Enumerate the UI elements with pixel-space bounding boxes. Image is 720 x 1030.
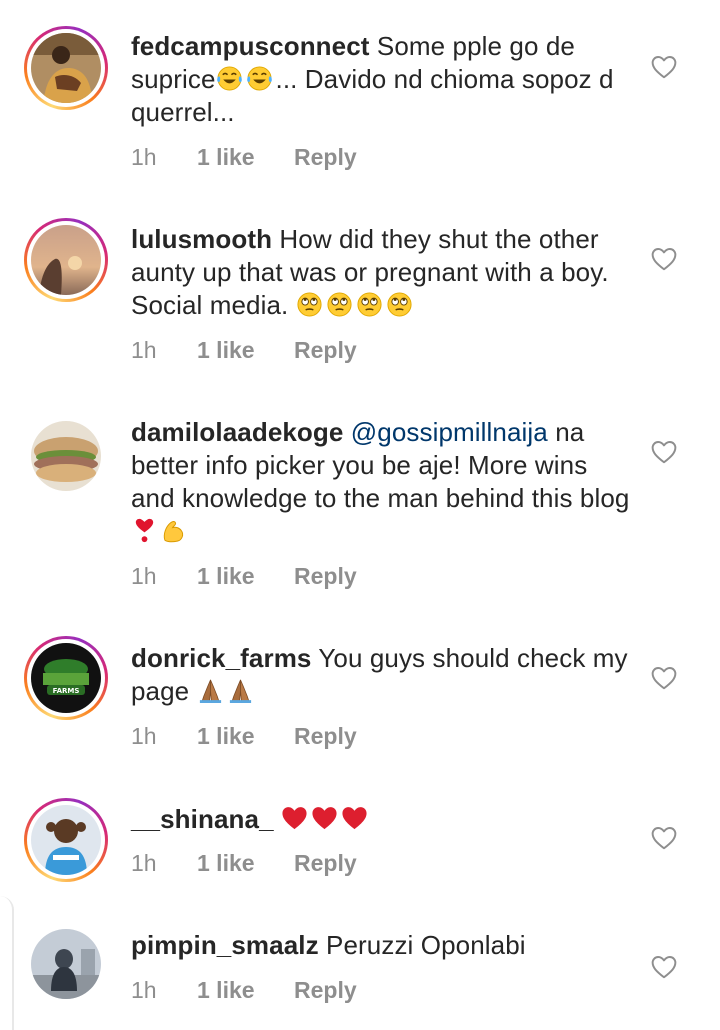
comment-username[interactable]: pimpin_smaalz [131,930,319,960]
panel-edge [0,896,14,1030]
comment-likes[interactable]: 1 like [197,144,294,171]
avatar-wrapper[interactable] [24,414,108,498]
reply-button[interactable]: Reply [294,563,357,590]
avatar [31,33,101,103]
avatar-wrapper[interactable] [24,922,108,1006]
heart-outline-icon[interactable] [651,666,677,690]
comment-username[interactable]: donrick_farms [131,643,311,673]
reply-button[interactable]: Reply [294,723,357,750]
comment-username[interactable]: damilolaadekoge [131,417,343,447]
avatar: FARMS [31,643,101,713]
face-with-rolling-eyes-icon [356,291,383,318]
comment-likes[interactable]: 1 like [197,977,294,1004]
face-with-rolling-eyes-icon [386,291,413,318]
avatar-story-ring[interactable] [24,798,108,882]
face-with-tears-of-joy-icon [246,65,273,92]
avatar [31,421,101,491]
face-with-tears-of-joy-icon [216,65,243,92]
reply-button[interactable]: Reply [294,977,357,1004]
folded-hands-icon [227,677,254,704]
comment-likes[interactable]: 1 like [197,563,294,590]
reply-button[interactable]: Reply [294,337,357,364]
comment-time: 1h [131,850,157,876]
red-heart-icon [281,805,308,832]
comment-username[interactable]: fedcampusconnect [131,31,370,61]
comment-meta: 1h 1 like Reply [131,723,357,750]
heavy-heart-exclamation-icon [131,517,158,544]
comment-time: 1h [131,563,157,589]
comment-likes[interactable]: 1 like [197,850,294,877]
avatar-logo-text: FARMS [53,687,80,695]
comment-text: donrick_farms You guys should check my p… [131,642,631,708]
comment-likes[interactable]: 1 like [197,723,294,750]
comment-username[interactable]: __shinana_ [131,804,274,834]
comment-text: __shinana_ [131,803,631,836]
reply-button[interactable]: Reply [294,850,357,877]
avatar [31,805,101,875]
flexed-biceps-icon [161,517,188,544]
comment-text: lulusmooth How did they shut the other a… [131,223,631,322]
comment-meta: 1h 1 like Reply [131,144,357,171]
avatar [31,929,101,999]
heart-outline-icon[interactable] [651,440,677,464]
reply-button[interactable]: Reply [294,144,357,171]
comment-time: 1h [131,337,157,363]
avatar-story-ring[interactable] [24,26,108,110]
avatar-story-ring[interactable] [24,218,108,302]
comment-time: 1h [131,723,157,749]
comment-time: 1h [131,144,157,170]
comment-meta: 1h 1 like Reply [131,977,357,1004]
comment-body: Peruzzi Oponlabi [326,930,526,960]
comment-mention-link[interactable]: @gossipmillnaija [351,417,548,447]
comment-likes[interactable]: 1 like [197,337,294,364]
heart-outline-icon[interactable] [651,55,677,79]
comment-meta: 1h 1 like Reply [131,563,357,590]
comment-meta: 1h 1 like Reply [131,337,357,364]
folded-hands-icon [197,677,224,704]
comment-username[interactable]: lulusmooth [131,224,272,254]
avatar [31,225,101,295]
comment-text: pimpin_smaalz Peruzzi Oponlabi [131,929,631,962]
heart-outline-icon[interactable] [651,826,677,850]
heart-outline-icon[interactable] [651,247,677,271]
comment-time: 1h [131,977,157,1003]
red-heart-icon [341,805,368,832]
face-with-rolling-eyes-icon [296,291,323,318]
face-with-rolling-eyes-icon [326,291,353,318]
comment-meta: 1h 1 like Reply [131,850,357,877]
red-heart-icon [311,805,338,832]
comment-text: fedcampusconnect Some pple go de suprice… [131,30,631,129]
heart-outline-icon[interactable] [651,955,677,979]
avatar-story-ring[interactable]: FARMS [24,636,108,720]
comment-text: damilolaadekoge @gossipmillnaija na bett… [131,416,631,548]
